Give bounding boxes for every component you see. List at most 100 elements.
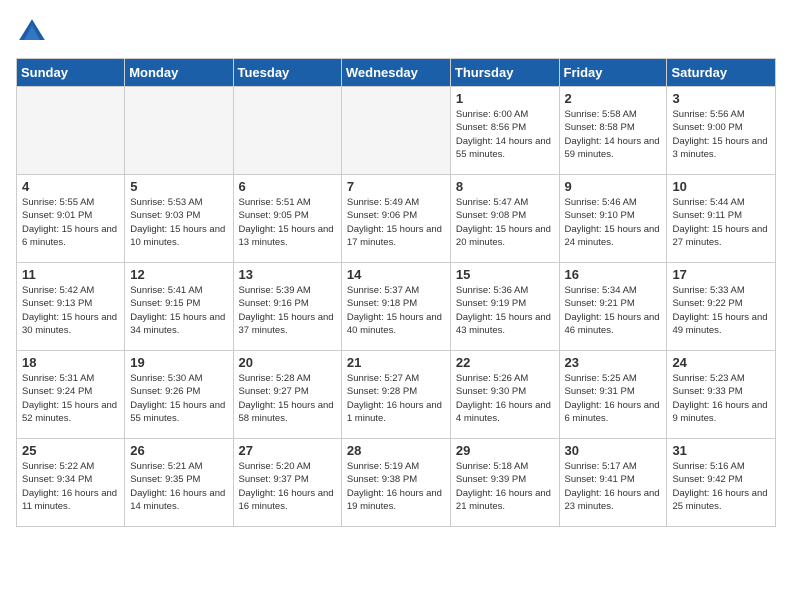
calendar-week-3: 11 Sunrise: 5:42 AM Sunset: 9:13 PM Dayli…	[17, 263, 776, 351]
calendar-cell: 20 Sunrise: 5:28 AM Sunset: 9:27 PM Dayli…	[233, 351, 341, 439]
calendar-cell: 27 Sunrise: 5:20 AM Sunset: 9:37 PM Dayli…	[233, 439, 341, 527]
logo	[16, 16, 52, 48]
calendar-cell	[341, 87, 450, 175]
day-number: 29	[456, 443, 554, 458]
day-info: Sunrise: 5:55 AM Sunset: 9:01 PM Dayligh…	[22, 196, 119, 249]
day-number: 16	[565, 267, 662, 282]
calendar-cell: 25Sunrise: 5:22 AM Sunset: 9:34 PM Dayli…	[17, 439, 125, 527]
day-number: 18	[22, 355, 119, 370]
calendar-cell: 7 Sunrise: 5:49 AM Sunset: 9:06 PM Daylig…	[341, 175, 450, 263]
day-info: Sunrise: 5:28 AM Sunset: 9:27 PM Dayligh…	[239, 372, 336, 425]
day-info: Sunrise: 5:46 AM Sunset: 9:10 PM Dayligh…	[565, 196, 662, 249]
logo-icon	[16, 16, 48, 48]
day-number: 20	[239, 355, 336, 370]
calendar-cell	[233, 87, 341, 175]
calendar-cell: 14 Sunrise: 5:37 AM Sunset: 9:18 PM Dayli…	[341, 263, 450, 351]
day-number: 11	[22, 267, 119, 282]
day-info: Sunrise: 5:41 AM Sunset: 9:15 PM Dayligh…	[130, 284, 227, 337]
day-number: 28	[347, 443, 445, 458]
day-number: 2	[565, 91, 662, 106]
day-info: Sunrise: 5:20 AM Sunset: 9:37 PM Dayligh…	[239, 460, 336, 513]
page-header	[16, 16, 776, 48]
calendar-cell: 18Sunrise: 5:31 AM Sunset: 9:24 PM Dayli…	[17, 351, 125, 439]
calendar-week-1: 1 Sunrise: 6:00 AM Sunset: 8:56 PM Daylig…	[17, 87, 776, 175]
calendar-table: SundayMondayTuesdayWednesdayThursdayFrid…	[16, 58, 776, 527]
day-info: Sunrise: 5:17 AM Sunset: 9:41 PM Dayligh…	[565, 460, 662, 513]
calendar-week-4: 18Sunrise: 5:31 AM Sunset: 9:24 PM Dayli…	[17, 351, 776, 439]
calendar-cell: 9 Sunrise: 5:46 AM Sunset: 9:10 PM Daylig…	[559, 175, 667, 263]
day-number: 15	[456, 267, 554, 282]
day-info: Sunrise: 5:16 AM Sunset: 9:42 PM Dayligh…	[672, 460, 770, 513]
calendar-cell: 21Sunrise: 5:27 AM Sunset: 9:28 PM Dayli…	[341, 351, 450, 439]
day-number: 27	[239, 443, 336, 458]
day-number: 23	[565, 355, 662, 370]
calendar-cell: 10 Sunrise: 5:44 AM Sunset: 9:11 PM Dayli…	[667, 175, 776, 263]
day-info: Sunrise: 5:37 AM Sunset: 9:18 PM Dayligh…	[347, 284, 445, 337]
day-number: 13	[239, 267, 336, 282]
calendar-cell: 6 Sunrise: 5:51 AM Sunset: 9:05 PM Daylig…	[233, 175, 341, 263]
weekday-header-wednesday: Wednesday	[341, 59, 450, 87]
calendar-week-2: 4 Sunrise: 5:55 AM Sunset: 9:01 PM Daylig…	[17, 175, 776, 263]
calendar-cell	[125, 87, 233, 175]
day-number: 17	[672, 267, 770, 282]
day-info: Sunrise: 6:00 AM Sunset: 8:56 PM Dayligh…	[456, 108, 554, 161]
weekday-header-sunday: Sunday	[17, 59, 125, 87]
calendar-cell: 5 Sunrise: 5:53 AM Sunset: 9:03 PM Daylig…	[125, 175, 233, 263]
day-number: 1	[456, 91, 554, 106]
calendar-cell: 3Sunrise: 5:56 AM Sunset: 9:00 PM Daylig…	[667, 87, 776, 175]
calendar-cell: 11 Sunrise: 5:42 AM Sunset: 9:13 PM Dayli…	[17, 263, 125, 351]
day-number: 19	[130, 355, 227, 370]
day-number: 4	[22, 179, 119, 194]
day-info: Sunrise: 5:49 AM Sunset: 9:06 PM Dayligh…	[347, 196, 445, 249]
day-info: Sunrise: 5:44 AM Sunset: 9:11 PM Dayligh…	[672, 196, 770, 249]
calendar-cell: 13 Sunrise: 5:39 AM Sunset: 9:16 PM Dayli…	[233, 263, 341, 351]
calendar-cell: 22Sunrise: 5:26 AM Sunset: 9:30 PM Dayli…	[450, 351, 559, 439]
day-number: 7	[347, 179, 445, 194]
calendar-cell: 8 Sunrise: 5:47 AM Sunset: 9:08 PM Daylig…	[450, 175, 559, 263]
day-info: Sunrise: 5:18 AM Sunset: 9:39 PM Dayligh…	[456, 460, 554, 513]
day-info: Sunrise: 5:30 AM Sunset: 9:26 PM Dayligh…	[130, 372, 227, 425]
day-info: Sunrise: 5:23 AM Sunset: 9:33 PM Dayligh…	[672, 372, 770, 425]
weekday-header-tuesday: Tuesday	[233, 59, 341, 87]
weekday-header-saturday: Saturday	[667, 59, 776, 87]
day-info: Sunrise: 5:19 AM Sunset: 9:38 PM Dayligh…	[347, 460, 445, 513]
day-info: Sunrise: 5:25 AM Sunset: 9:31 PM Dayligh…	[565, 372, 662, 425]
day-info: Sunrise: 5:47 AM Sunset: 9:08 PM Dayligh…	[456, 196, 554, 249]
calendar-cell	[17, 87, 125, 175]
day-info: Sunrise: 5:39 AM Sunset: 9:16 PM Dayligh…	[239, 284, 336, 337]
day-number: 14	[347, 267, 445, 282]
day-info: Sunrise: 5:26 AM Sunset: 9:30 PM Dayligh…	[456, 372, 554, 425]
calendar-cell: 31 Sunrise: 5:16 AM Sunset: 9:42 PM Dayli…	[667, 439, 776, 527]
day-number: 8	[456, 179, 554, 194]
calendar-cell: 4 Sunrise: 5:55 AM Sunset: 9:01 PM Daylig…	[17, 175, 125, 263]
day-info: Sunrise: 5:42 AM Sunset: 9:13 PM Dayligh…	[22, 284, 119, 337]
calendar-cell: 24 Sunrise: 5:23 AM Sunset: 9:33 PM Dayli…	[667, 351, 776, 439]
calendar-header-row: SundayMondayTuesdayWednesdayThursdayFrid…	[17, 59, 776, 87]
day-number: 10	[672, 179, 770, 194]
calendar-cell: 23 Sunrise: 5:25 AM Sunset: 9:31 PM Dayli…	[559, 351, 667, 439]
calendar-cell: 30 Sunrise: 5:17 AM Sunset: 9:41 PM Dayli…	[559, 439, 667, 527]
day-info: Sunrise: 5:27 AM Sunset: 9:28 PM Dayligh…	[347, 372, 445, 425]
calendar-cell: 17Sunrise: 5:33 AM Sunset: 9:22 PM Dayli…	[667, 263, 776, 351]
day-number: 3	[672, 91, 770, 106]
day-info: Sunrise: 5:51 AM Sunset: 9:05 PM Dayligh…	[239, 196, 336, 249]
day-number: 9	[565, 179, 662, 194]
day-number: 6	[239, 179, 336, 194]
weekday-header-monday: Monday	[125, 59, 233, 87]
day-number: 5	[130, 179, 227, 194]
day-info: Sunrise: 5:53 AM Sunset: 9:03 PM Dayligh…	[130, 196, 227, 249]
calendar-cell: 15 Sunrise: 5:36 AM Sunset: 9:19 PM Dayli…	[450, 263, 559, 351]
day-info: Sunrise: 5:21 AM Sunset: 9:35 PM Dayligh…	[130, 460, 227, 513]
day-info: Sunrise: 5:34 AM Sunset: 9:21 PM Dayligh…	[565, 284, 662, 337]
day-number: 31	[672, 443, 770, 458]
day-number: 24	[672, 355, 770, 370]
calendar-cell: 12Sunrise: 5:41 AM Sunset: 9:15 PM Dayli…	[125, 263, 233, 351]
day-info: Sunrise: 5:36 AM Sunset: 9:19 PM Dayligh…	[456, 284, 554, 337]
day-number: 26	[130, 443, 227, 458]
calendar-cell: 19 Sunrise: 5:30 AM Sunset: 9:26 PM Dayli…	[125, 351, 233, 439]
weekday-header-thursday: Thursday	[450, 59, 559, 87]
weekday-header-friday: Friday	[559, 59, 667, 87]
day-number: 30	[565, 443, 662, 458]
calendar-cell: 29 Sunrise: 5:18 AM Sunset: 9:39 PM Dayli…	[450, 439, 559, 527]
calendar-week-5: 25Sunrise: 5:22 AM Sunset: 9:34 PM Dayli…	[17, 439, 776, 527]
